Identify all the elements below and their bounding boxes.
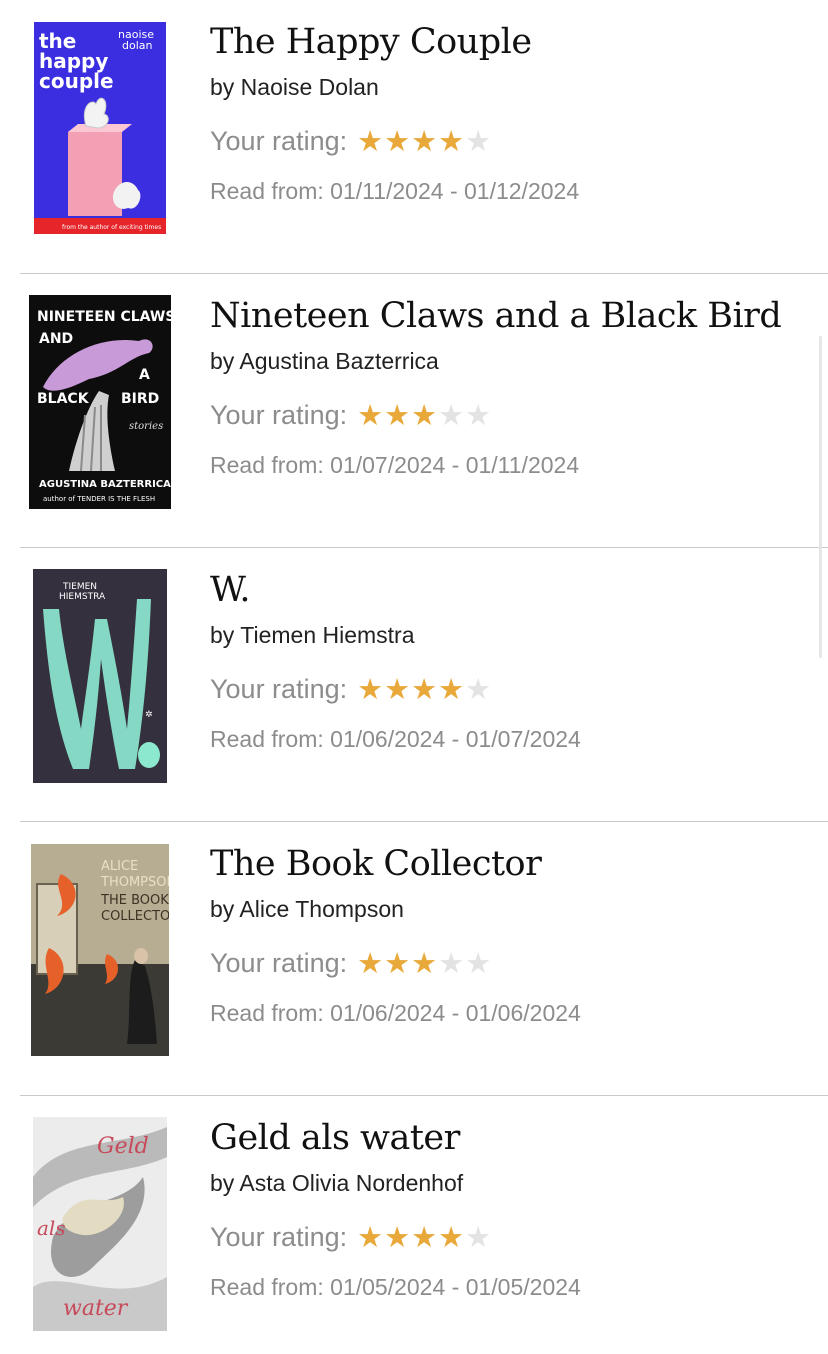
- star-icon[interactable]: ★: [357, 948, 383, 978]
- star-icon[interactable]: ★: [411, 126, 437, 156]
- svg-text:water: water: [63, 1296, 129, 1321]
- star-rating[interactable]: ★ ★ ★ ★ ★: [357, 674, 491, 704]
- star-icon[interactable]: ★: [438, 674, 464, 704]
- star-icon[interactable]: ★: [357, 1222, 383, 1252]
- book-row[interactable]: the happy couple naoise dolan from the a…: [0, 0, 828, 274]
- read-dates: Read from: 01/11/2024 - 01/12/2024: [210, 178, 580, 204]
- svg-text:author of TENDER IS THE FLESH: author of TENDER IS THE FLESH: [43, 495, 155, 503]
- rating-row: Your rating: ★ ★ ★ ★ ★: [210, 397, 810, 433]
- svg-text:THE BOOK: THE BOOK: [100, 893, 169, 908]
- book-row[interactable]: TIEMEN HIEMSTRA ✲ W. by Tiemen Hiemstra …: [0, 548, 828, 822]
- svg-text:AGUSTINA BAZTERRICA: AGUSTINA BAZTERRICA: [39, 479, 171, 490]
- svg-text:ALICE: ALICE: [101, 859, 138, 874]
- star-icon[interactable]: ★: [384, 674, 410, 704]
- star-icon[interactable]: ★: [465, 126, 491, 156]
- rating-label: Your rating:: [210, 399, 348, 430]
- book-author[interactable]: by Naoise Dolan: [210, 72, 810, 102]
- book-cover-image[interactable]: the happy couple naoise dolan from the a…: [34, 22, 166, 234]
- star-icon[interactable]: ★: [465, 1222, 491, 1252]
- svg-text:THOMPSON: THOMPSON: [100, 875, 169, 890]
- star-rating[interactable]: ★ ★ ★ ★ ★: [357, 948, 491, 978]
- star-icon[interactable]: ★: [357, 400, 383, 430]
- svg-text:A: A: [139, 367, 150, 383]
- svg-text:als: als: [37, 1216, 66, 1240]
- star-icon[interactable]: ★: [411, 674, 437, 704]
- star-icon[interactable]: ★: [384, 948, 410, 978]
- book-author[interactable]: by Tiemen Hiemstra: [210, 620, 810, 650]
- scrollbar[interactable]: [819, 336, 822, 658]
- star-icon[interactable]: ★: [438, 126, 464, 156]
- read-dates: Read from: 01/06/2024 - 01/06/2024: [210, 1000, 581, 1026]
- rating-row: Your rating: ★ ★ ★ ★ ★: [210, 123, 810, 159]
- book-author[interactable]: by Agustina Bazterrica: [210, 346, 810, 376]
- star-icon[interactable]: ★: [438, 400, 464, 430]
- star-icon[interactable]: ★: [357, 126, 383, 156]
- star-icon[interactable]: ★: [438, 948, 464, 978]
- star-icon[interactable]: ★: [465, 400, 491, 430]
- svg-text:from the author of exciting ti: from the author of exciting times: [62, 224, 161, 231]
- book-title[interactable]: The Happy Couple: [210, 20, 810, 64]
- rating-row: Your rating: ★ ★ ★ ★ ★: [210, 671, 810, 707]
- rating-row: Your rating: ★ ★ ★ ★ ★: [210, 945, 810, 981]
- star-rating[interactable]: ★ ★ ★ ★ ★: [357, 126, 491, 156]
- svg-text:Geld: Geld: [97, 1134, 149, 1159]
- book-title[interactable]: Geld als water: [210, 1116, 810, 1160]
- rating-label: Your rating:: [210, 1221, 348, 1252]
- rating-label: Your rating:: [210, 947, 348, 978]
- svg-text:couple: couple: [39, 69, 114, 93]
- svg-text:NINETEEN CLAWS: NINETEEN CLAWS: [37, 309, 171, 325]
- star-icon[interactable]: ★: [465, 674, 491, 704]
- star-icon[interactable]: ★: [465, 948, 491, 978]
- book-row[interactable]: Geld als water Geld als water by Asta Ol…: [0, 1096, 828, 1354]
- read-dates: Read from: 01/05/2024 - 01/05/2024: [210, 1274, 581, 1300]
- svg-text:TIEMEN: TIEMEN: [62, 582, 97, 592]
- book-row[interactable]: ALICE THOMPSON THE BOOK COLLECTOR The Bo…: [0, 822, 828, 1096]
- rating-label: Your rating:: [210, 125, 348, 156]
- svg-text:dolan: dolan: [122, 39, 153, 52]
- star-icon[interactable]: ★: [411, 1222, 437, 1252]
- book-cover-image[interactable]: NINETEEN CLAWS AND A BLACK BIRD stories …: [29, 295, 171, 509]
- star-icon[interactable]: ★: [411, 948, 437, 978]
- rating-row: Your rating: ★ ★ ★ ★ ★: [210, 1219, 810, 1255]
- svg-text:AND: AND: [39, 331, 73, 347]
- svg-text:BLACK: BLACK: [37, 391, 90, 407]
- star-icon[interactable]: ★: [384, 400, 410, 430]
- star-icon[interactable]: ★: [384, 126, 410, 156]
- book-title[interactable]: The Book Collector: [210, 842, 810, 886]
- svg-text:BIRD: BIRD: [121, 391, 159, 407]
- book-row[interactable]: NINETEEN CLAWS AND A BLACK BIRD stories …: [0, 274, 828, 548]
- book-author[interactable]: by Asta Olivia Nordenhof: [210, 1168, 810, 1198]
- book-author[interactable]: by Alice Thompson: [210, 894, 810, 924]
- svg-text:HIEMSTRA: HIEMSTRA: [59, 592, 106, 602]
- book-title[interactable]: Nineteen Claws and a Black Bird: [210, 294, 810, 338]
- star-rating[interactable]: ★ ★ ★ ★ ★: [357, 400, 491, 430]
- book-cover-image[interactable]: TIEMEN HIEMSTRA ✲: [33, 569, 167, 783]
- svg-text:COLLECTOR: COLLECTOR: [101, 909, 169, 924]
- rating-label: Your rating:: [210, 673, 348, 704]
- star-rating[interactable]: ★ ★ ★ ★ ★: [357, 1222, 491, 1252]
- star-icon[interactable]: ★: [357, 674, 383, 704]
- book-cover-image[interactable]: Geld als water: [33, 1117, 167, 1331]
- read-dates: Read from: 01/06/2024 - 01/07/2024: [210, 726, 581, 752]
- book-cover-image[interactable]: ALICE THOMPSON THE BOOK COLLECTOR: [31, 844, 169, 1056]
- star-icon[interactable]: ★: [411, 400, 437, 430]
- star-icon[interactable]: ★: [384, 1222, 410, 1252]
- book-title[interactable]: W.: [210, 568, 810, 612]
- svg-text:stories: stories: [129, 421, 163, 432]
- star-icon[interactable]: ★: [438, 1222, 464, 1252]
- read-dates: Read from: 01/07/2024 - 01/11/2024: [210, 452, 580, 478]
- svg-text:✲: ✲: [145, 710, 153, 720]
